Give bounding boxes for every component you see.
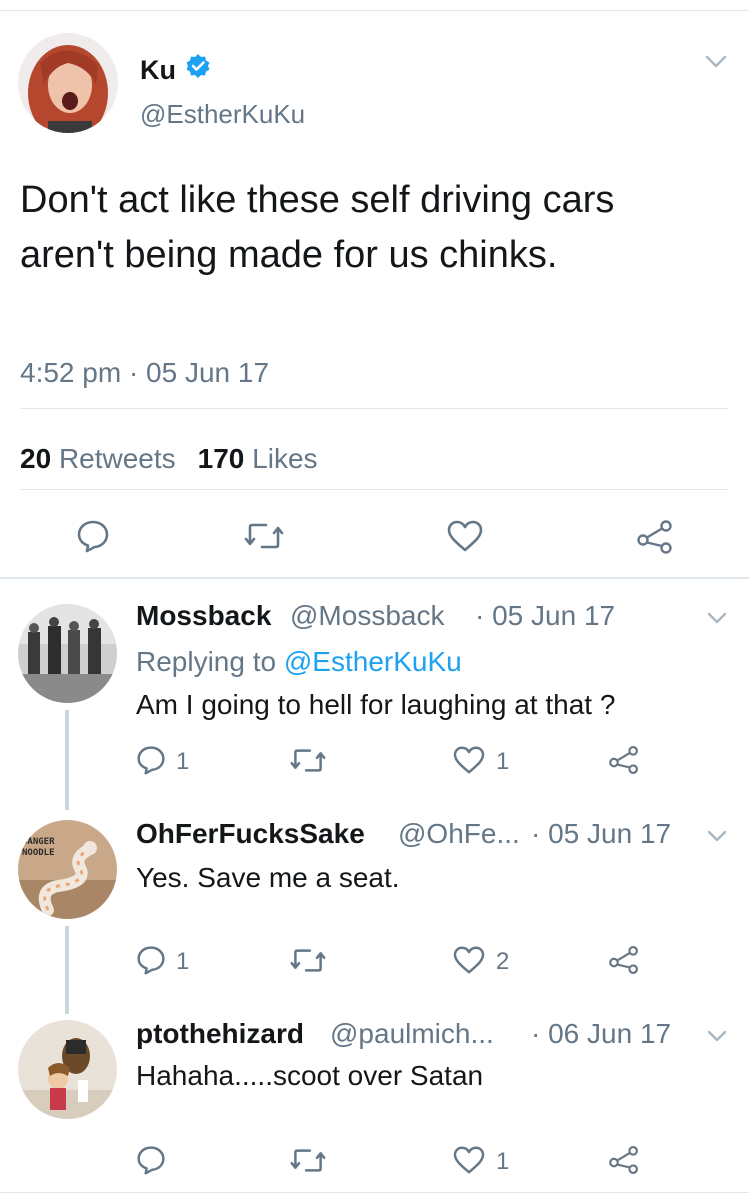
chevron-down-icon[interactable] [707, 1030, 727, 1043]
reply-handle[interactable]: @paulmich... [330, 1018, 494, 1050]
divider [20, 408, 728, 409]
likes-label: Likes [252, 443, 318, 474]
author-handle[interactable]: @EstherKuKu [140, 99, 305, 130]
like-count: 2 [496, 948, 510, 975]
reply-display-name[interactable]: OhFerFucksSake [136, 818, 365, 850]
reply-display-name[interactable]: Mossback [136, 600, 271, 632]
reply-text: Am I going to hell for laughing at that … [136, 689, 616, 720]
thread-line [65, 926, 69, 1014]
reply-icon[interactable] [136, 1145, 166, 1175]
avatar-caption: DANGER [22, 837, 55, 847]
chevron-down-icon[interactable] [705, 55, 727, 69]
replying-to-handle[interactable]: @EstherKuKu [284, 646, 462, 677]
reply-handle[interactable]: @OhFe... [398, 818, 520, 850]
share-icon[interactable] [608, 745, 640, 775]
reply-icon[interactable] [136, 945, 166, 975]
reply-text: Yes. Save me a seat. [136, 862, 400, 893]
like-count: 1 [496, 1148, 510, 1175]
like-icon[interactable] [447, 520, 483, 552]
reply-count: 1 [176, 948, 190, 975]
avatar-caption: NOODLE [22, 848, 55, 858]
reply-date[interactable]: · 05 Jun 17 [531, 818, 671, 850]
tweet-stats: 20 Retweets 170 Likes [20, 443, 318, 475]
main-tweet: Ku @EstherKuKu Don't act like these self… [0, 11, 749, 577]
retweet-icon[interactable] [290, 947, 326, 974]
verified-badge-icon [186, 54, 210, 78]
reply-avatar[interactable]: DANGER NOODLE [18, 820, 117, 919]
reply-avatar[interactable] [18, 604, 117, 703]
like-icon[interactable] [453, 1146, 485, 1174]
reply-handle[interactable]: @Mossback [290, 600, 444, 632]
retweets-count: 20 [20, 443, 52, 474]
tweet-text: Don't act like these self driving cars a… [20, 179, 615, 276]
retweet-icon[interactable] [244, 521, 284, 551]
share-icon[interactable] [636, 519, 674, 555]
top-border [0, 0, 749, 11]
replying-to-label: Replying to [136, 646, 277, 677]
likes-count: 170 [197, 443, 245, 474]
replying-to: Replying to @EstherKuKu [136, 646, 462, 678]
reply-date[interactable]: · 06 Jun 17 [531, 1018, 671, 1050]
section-divider [0, 577, 749, 579]
likes-stat[interactable]: 170 Likes [198, 443, 318, 474]
retweets-label: Retweets [58, 443, 176, 474]
share-icon[interactable] [608, 945, 640, 975]
reply-text: Hahaha.....scoot over Satan [136, 1060, 484, 1091]
retweet-icon[interactable] [290, 747, 326, 774]
like-icon[interactable] [453, 946, 485, 974]
divider [20, 489, 728, 490]
reply-avatar[interactable] [18, 1020, 117, 1119]
reply-count: 1 [176, 748, 190, 775]
thread-line [65, 710, 69, 810]
share-icon[interactable] [608, 1145, 640, 1175]
reply-icon[interactable] [76, 519, 110, 553]
reply-date[interactable]: · 05 Jun 17 [475, 600, 615, 632]
tweet-timestamp[interactable]: 4:52 pm · 05 Jun 17 [20, 357, 269, 389]
reply-display-name[interactable]: ptothehizard [136, 1018, 304, 1050]
author-avatar[interactable] [18, 33, 118, 133]
retweets-stat[interactable]: 20 Retweets [20, 443, 176, 474]
retweet-icon[interactable] [290, 1147, 326, 1174]
bottom-divider [0, 1192, 749, 1193]
author-display-name[interactable]: Ku [140, 55, 176, 86]
reply-icon[interactable] [136, 745, 166, 775]
chevron-down-icon[interactable] [707, 830, 727, 843]
like-icon[interactable] [453, 746, 485, 774]
like-count: 1 [496, 748, 510, 775]
chevron-down-icon[interactable] [707, 612, 727, 625]
